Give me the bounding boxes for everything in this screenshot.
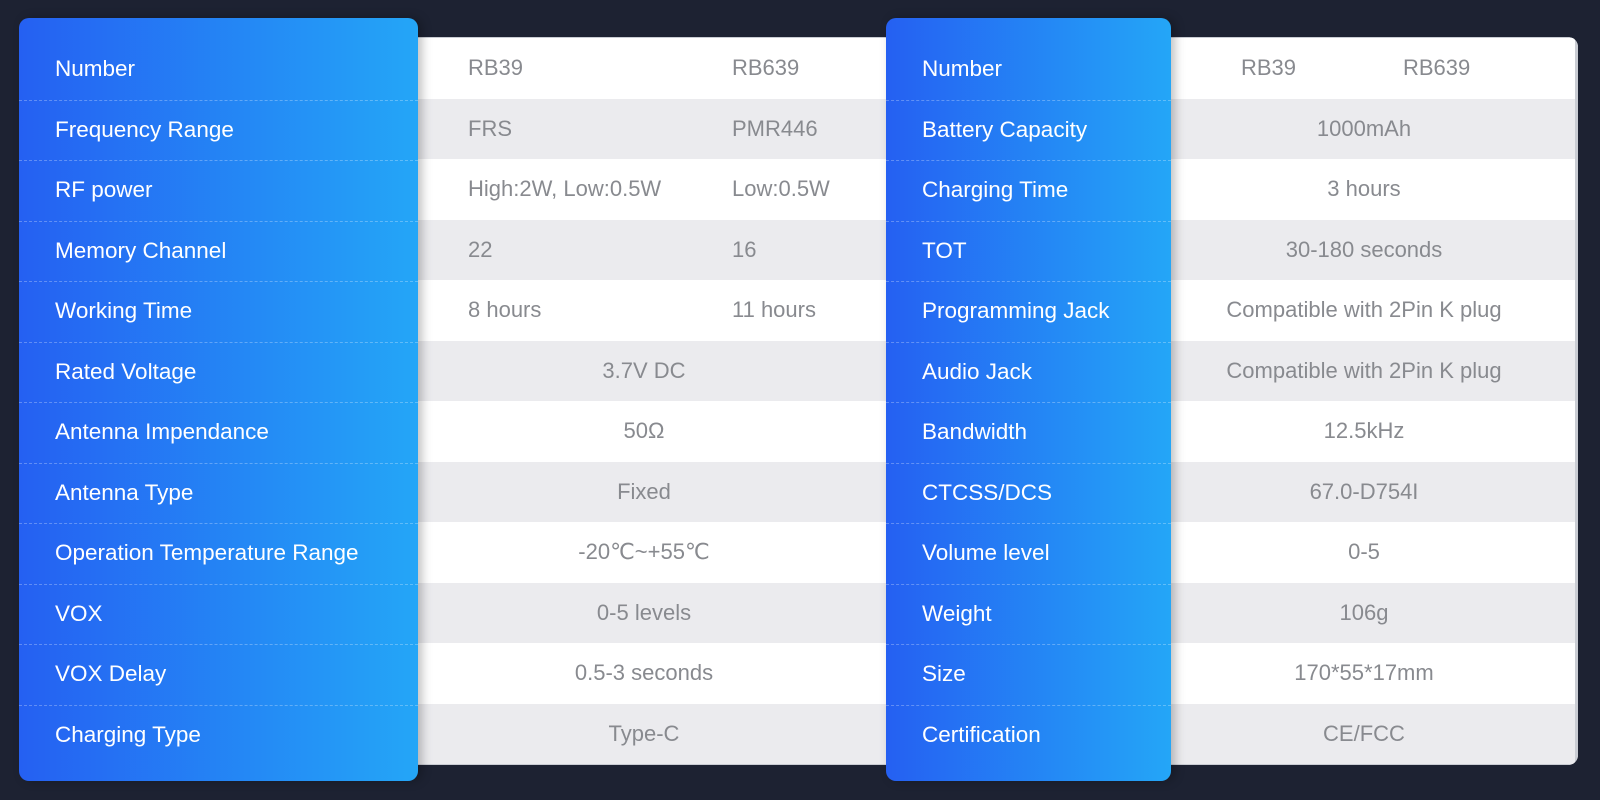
value-cell: 22 — [468, 236, 493, 262]
table-row: 22 16 — [397, 219, 891, 280]
table-row: RB39 RB639 — [397, 38, 891, 99]
row-label: Working Time — [55, 298, 193, 323]
value-cell: Compatible with 2Pin K plug — [1226, 297, 1502, 323]
row-label: Memory Channel — [55, 237, 227, 263]
table-row: 0.5-3 seconds — [397, 643, 891, 704]
value-cell: 67.0-D754I — [1309, 478, 1419, 504]
value-cell: 30-180 seconds — [1285, 236, 1443, 262]
row-label: Bandwidth — [922, 419, 1028, 444]
value-cell: 1000mAh — [1316, 115, 1412, 141]
value-cell: 8 hours — [468, 297, 542, 323]
row-label: Number — [55, 56, 136, 81]
row-label: RF power — [55, 177, 153, 202]
value-cell: 3.7V DC — [602, 357, 686, 383]
value-cell: 50Ω — [623, 418, 665, 444]
table-row: -20℃~+55℃ — [397, 522, 891, 583]
table-row: FRS PMR446 — [397, 98, 891, 159]
value-cell: Low:0.5W — [732, 176, 830, 202]
value-cell: RB39 — [1241, 55, 1297, 81]
table-row: Type-C — [397, 703, 891, 764]
value-cell: 11 hours — [732, 297, 816, 323]
table-row: RB39 RB639 — [1153, 38, 1575, 99]
table-row: High:2W, Low:0.5W Low:0.5W — [397, 159, 891, 220]
table-row: Fixed — [397, 461, 891, 522]
table-row: 12.5kHz — [1153, 401, 1575, 462]
row-label: TOT — [922, 237, 967, 263]
row-label: Audio Jack — [922, 358, 1033, 384]
right-label-column: Number Battery Capacity Charging Time TO… — [886, 18, 1171, 781]
table-row: 67.0-D754I — [1153, 461, 1575, 522]
table-row: 8 hours 11 hours — [397, 280, 891, 341]
row-label: Antenna Type — [55, 479, 194, 505]
table-row: 1000mAh — [1153, 98, 1575, 159]
row-label: Battery Capacity — [922, 116, 1088, 142]
row-label: Charging Time — [922, 177, 1069, 202]
table-row: Compatible with 2Pin K plug — [1153, 340, 1575, 401]
value-cell: FRS — [468, 115, 512, 141]
table-row: 106g — [1153, 582, 1575, 643]
value-cell: RB639 — [1403, 55, 1471, 81]
table-row: 50Ω — [397, 401, 891, 462]
value-cell: Compatible with 2Pin K plug — [1226, 357, 1502, 383]
value-cell: 16 — [732, 236, 757, 262]
row-label: Frequency Range — [55, 116, 234, 142]
value-cell: 3 hours — [1327, 176, 1401, 202]
row-label: VOX — [55, 600, 103, 626]
value-cell: High:2W, Low:0.5W — [468, 176, 662, 202]
row-label: CTCSS/DCS — [922, 479, 1053, 505]
value-cell: CE/FCC — [1323, 720, 1405, 746]
table-row: CE/FCC — [1153, 703, 1575, 764]
value-cell: RB39 — [468, 55, 524, 81]
row-label: Programming Jack — [922, 298, 1110, 323]
row-label: Charging Type — [55, 721, 201, 747]
row-label: Size — [922, 661, 966, 686]
value-cell: 0-5 levels — [596, 599, 692, 625]
table-row: 0-5 — [1153, 522, 1575, 583]
value-cell: 170*55*17mm — [1294, 660, 1434, 686]
value-cell: Fixed — [617, 478, 671, 504]
row-label: Certification — [922, 721, 1041, 747]
row-label: Operation Temperature Range — [55, 540, 359, 565]
row-label: Rated Voltage — [55, 358, 197, 384]
value-cell: PMR446 — [732, 115, 818, 141]
value-cell: 0-5 — [1348, 539, 1380, 565]
value-cell: -20℃~+55℃ — [578, 539, 710, 565]
row-label: Antenna Impendance — [55, 419, 269, 444]
value-cell: Type-C — [608, 720, 680, 746]
row-label: VOX Delay — [55, 661, 167, 686]
table-row: 170*55*17mm — [1153, 643, 1575, 704]
value-cell: 0.5-3 seconds — [574, 660, 714, 686]
table-row: 3.7V DC — [397, 340, 891, 401]
left-spec-table: RB39 RB639 FRS PMR446 High:2W, Low:0.5W … — [394, 37, 894, 765]
right-spec-table: RB39 RB639 1000mAh 3 hours 30-180 second… — [1150, 37, 1578, 765]
row-label: Volume level — [922, 540, 1050, 565]
table-row: 0-5 levels — [397, 582, 891, 643]
row-label: Number — [922, 56, 1003, 81]
value-cell: 106g — [1339, 599, 1389, 625]
left-label-column: Number Frequency Range RF power Memory C… — [19, 18, 418, 781]
value-cell: 12.5kHz — [1323, 418, 1405, 444]
table-row: 30-180 seconds — [1153, 219, 1575, 280]
table-row: 3 hours — [1153, 159, 1575, 220]
row-label: Weight — [922, 600, 992, 626]
value-cell: RB639 — [732, 55, 800, 81]
table-row: Compatible with 2Pin K plug — [1153, 280, 1575, 341]
